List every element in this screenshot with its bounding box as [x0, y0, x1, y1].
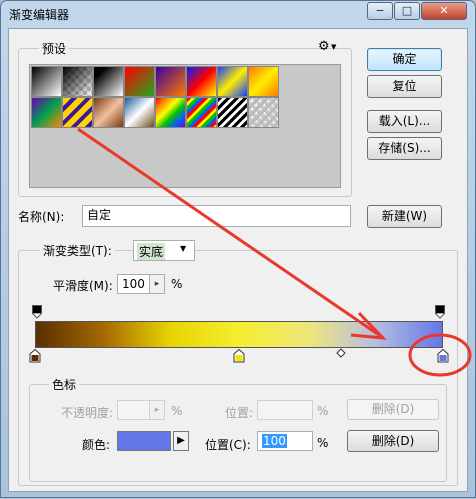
gradient-editor-window: 渐变编辑器 − □ ✕ 预设 ⚙ ▼ 确定 复位 载入(L)... 存储(S).…: [0, 0, 476, 498]
annotation-circle: [408, 333, 472, 377]
annotation-overlay: [77, 127, 472, 377]
annotation-arrow-shaft: [77, 127, 380, 337]
